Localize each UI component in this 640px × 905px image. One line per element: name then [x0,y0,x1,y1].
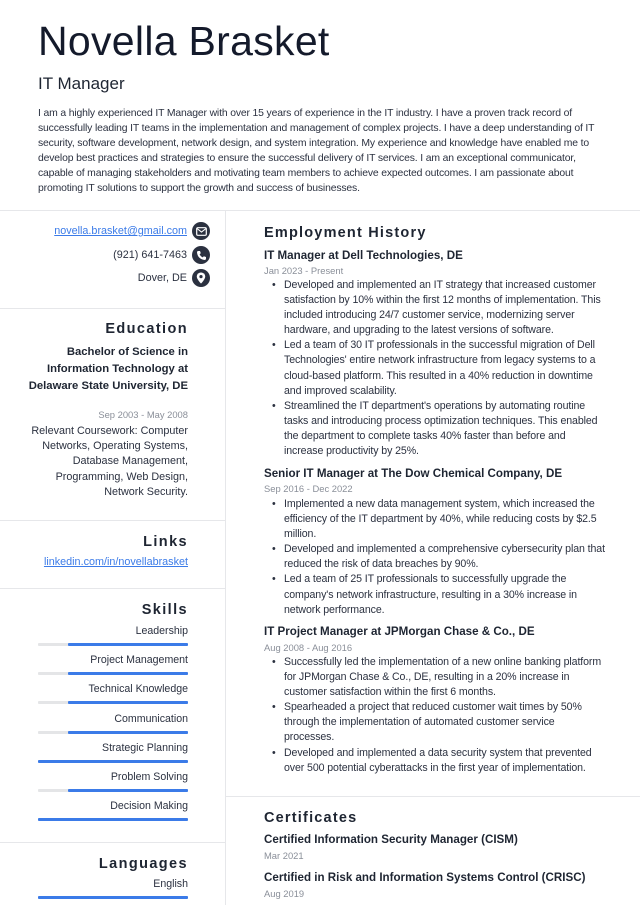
skill-label: Technical Knowledge [88,683,188,696]
map-pin-icon [192,269,210,287]
job-bullets: Implemented a new data management system… [272,497,606,618]
job-bullet: Implemented a new data management system… [272,497,606,542]
job-bullet: Developed and implemented a data securit… [272,746,606,776]
job-bullet: Led a team of 25 IT professionals to suc… [272,572,606,617]
envelope-icon [192,222,210,240]
certificate-name: Certified in Risk and Information System… [264,871,586,884]
education-divider [0,520,225,521]
skill-item: Project Management [38,654,188,684]
education-description: Relevant Coursework: Computer Networks, … [31,425,188,498]
language-item: English [38,878,188,905]
skill-track [38,730,188,734]
skill-item: Decision Making [38,800,188,830]
job-bullets: Successfully led the implementation of a… [272,655,606,776]
job-dates: Sep 2016 - Dec 2022 [264,483,353,494]
job-bullet: Developed and implemented an IT strategy… [272,278,606,338]
skill-label: Communication [114,712,188,725]
skill-label: Strategic Planning [102,741,188,754]
profile-summary: I am a highly experienced IT Manager wit… [38,108,595,195]
education-heading: Education [105,321,188,337]
education-dates: Sep 2003 - May 2008 [98,409,188,420]
skill-level-bar [38,759,188,763]
job-bullets: Developed and implemented an IT strategy… [272,278,606,459]
location-text: Dover, DE [137,272,187,284]
certificate-name: Certified Information Security Manager (… [264,833,518,846]
certificate-date: Mar 2021 [264,850,304,861]
contact-divider [0,308,225,309]
employment-divider [226,796,640,797]
links-divider [0,588,225,589]
email-link[interactable]: novella.brasket@gmail.com [54,225,187,237]
skill-label: Problem Solving [110,771,188,783]
skill-item: Technical Knowledge [38,683,188,713]
skill-track [38,818,188,822]
job-title: IT Manager at Dell Technologies, DE [264,249,463,262]
contact-phone: (921) 641-7463 [113,245,210,265]
language-track [38,896,188,899]
employment-heading: Employment History [264,225,427,241]
job-bullet: Developed and implemented a comprehensiv… [272,542,606,572]
phone-number: (921) 641-7463 [113,249,187,261]
linkedin-link[interactable]: linkedin.com/in/novellabrasket [44,556,188,568]
skill-item: Communication [38,713,188,743]
skill-track [38,701,188,705]
skill-level-bar [68,643,188,646]
skill-track [38,759,188,763]
job-title-heading: IT Manager [38,74,125,93]
skill-item: Problem Solving [38,771,188,801]
skill-item: Leadership [38,625,188,655]
skill-level-bar [68,789,188,792]
skill-track [38,643,188,646]
skill-track [38,789,188,792]
contact-location: Dover, DE [138,268,210,288]
job-bullet: Spearheaded a project that reduced custo… [272,700,606,745]
skill-level-bar [68,730,188,734]
phone-icon [192,246,210,264]
skill-level-bar [68,672,188,676]
skills-divider [0,842,225,843]
column-divider [225,211,226,905]
certificate-date: Aug 2019 [264,888,305,899]
job-dates: Aug 2008 - Aug 2016 [264,642,353,653]
header-divider [0,210,640,211]
skill-track [38,672,188,676]
skill-level-bar [68,701,188,705]
certificates-heading: Certificates [264,810,358,826]
job-bullet: Streamlined the IT department's operatio… [272,399,606,459]
education-degree: Bachelor of Science in Information Techn… [28,346,188,392]
candidate-name: Novella Brasket [38,18,330,64]
links-heading: Links [143,534,188,550]
language-label: English [153,878,188,890]
skills-heading: Skills [141,602,188,618]
language-level-bar [38,896,188,899]
job-title: IT Project Manager at JPMorgan Chase & C… [264,625,535,638]
languages-heading: Languages [98,856,188,872]
skill-label: Decision Making [110,800,188,813]
job-bullet: Led a team of 30 IT professionals in the… [272,338,606,398]
contact-email[interactable]: novella.brasket@gmail.com [54,221,210,241]
job-bullet: Successfully led the implementation of a… [272,655,606,700]
job-title: Senior IT Manager at The Dow Chemical Co… [264,467,563,480]
skill-level-bar [38,818,188,822]
skill-item: Strategic Planning [38,742,188,772]
skill-label: Project Management [90,654,188,667]
job-dates: Jan 2023 - Present [264,265,344,276]
skill-label: Leadership [135,625,188,637]
